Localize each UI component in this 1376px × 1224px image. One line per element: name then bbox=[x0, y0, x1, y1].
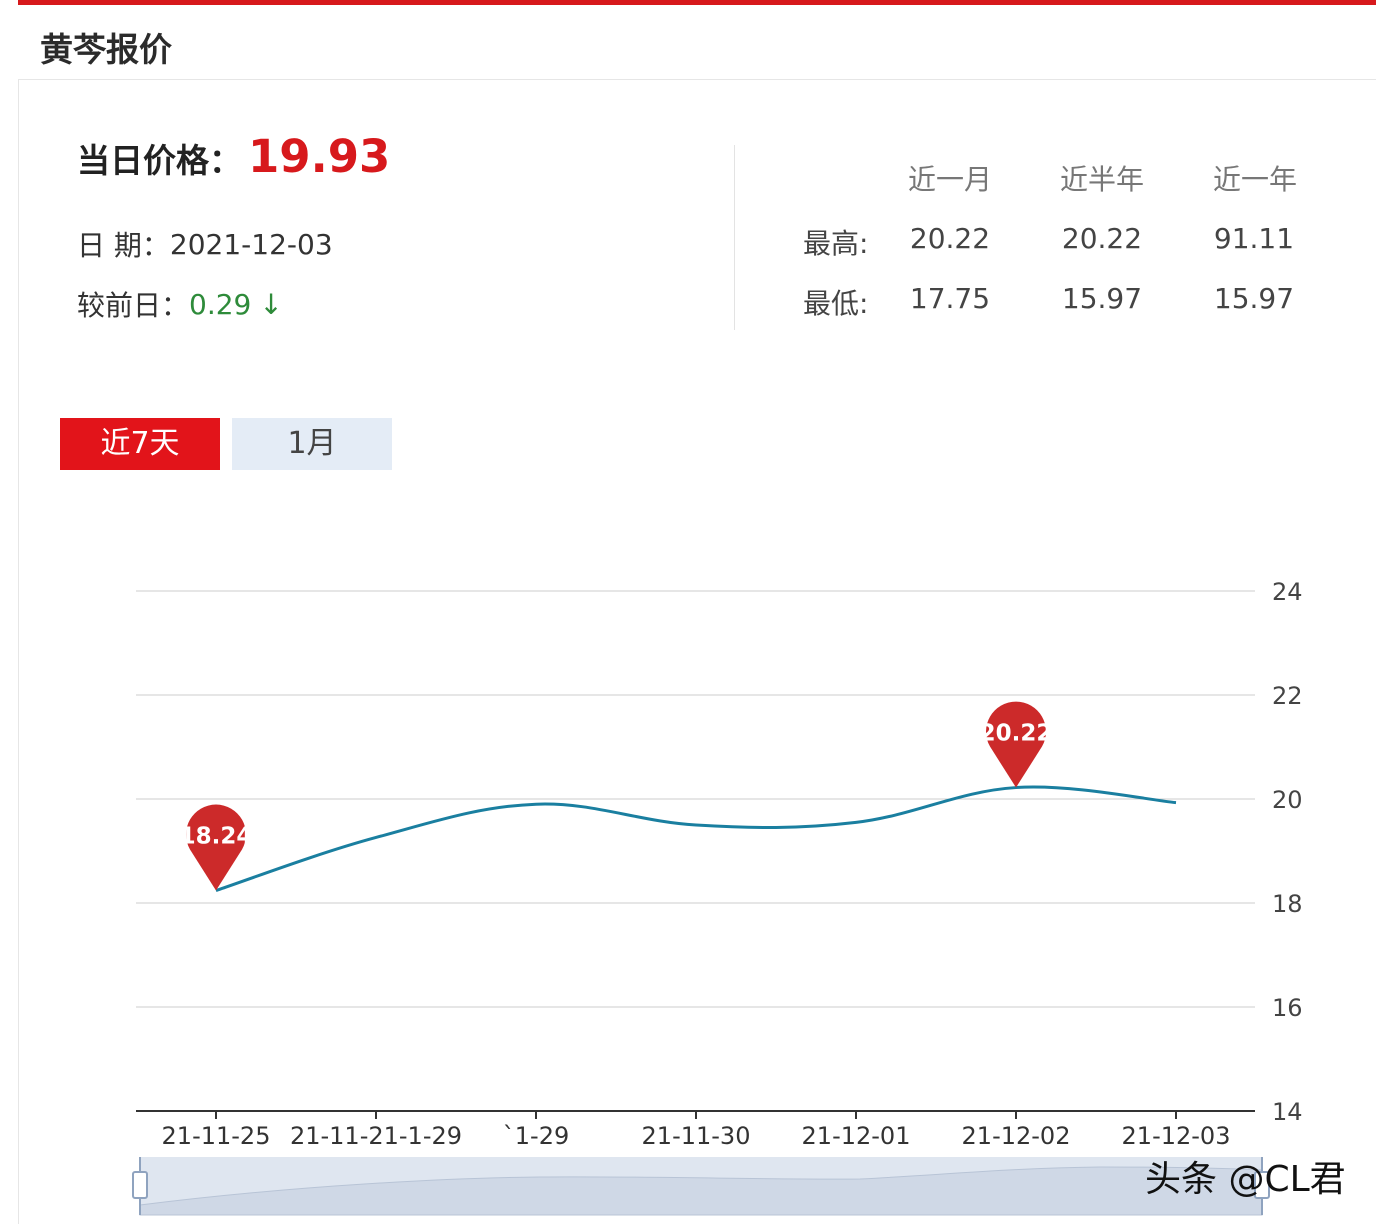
y-tick-label: 18 bbox=[1272, 890, 1303, 918]
x-tick-label: 21-12-03 bbox=[1122, 1122, 1231, 1150]
y-tick-label: 22 bbox=[1272, 682, 1303, 710]
x-tick-label: 21-11-30 bbox=[642, 1122, 751, 1150]
y-tick-label: 16 bbox=[1272, 994, 1303, 1022]
x-tick-label: 21-12-01 bbox=[802, 1122, 911, 1150]
x-tick-label: 21-12-02 bbox=[962, 1122, 1071, 1150]
y-tick-label: 20 bbox=[1272, 786, 1303, 814]
watermark-text: 头条 @CL君 bbox=[1145, 1159, 1346, 1200]
price-line-chart: 14 16 18 20 22 24 21-11-25 21-11-21-1-29 `1-29 21… bbox=[132, 578, 1303, 1216]
y-tick-label: 14 bbox=[1272, 1098, 1303, 1126]
marker-label: 18.24 bbox=[180, 824, 253, 850]
x-tick-label: 21-11-25 bbox=[162, 1122, 271, 1150]
series-line bbox=[215, 785, 1177, 892]
marker-label: 20.22 bbox=[980, 721, 1053, 747]
zoom-handle-left[interactable] bbox=[132, 1171, 148, 1199]
x-tick-label: `1-29 bbox=[503, 1122, 569, 1150]
y-tick-label: 24 bbox=[1272, 578, 1303, 606]
x-tick-label: 21-11-21-1-29 bbox=[290, 1122, 462, 1150]
